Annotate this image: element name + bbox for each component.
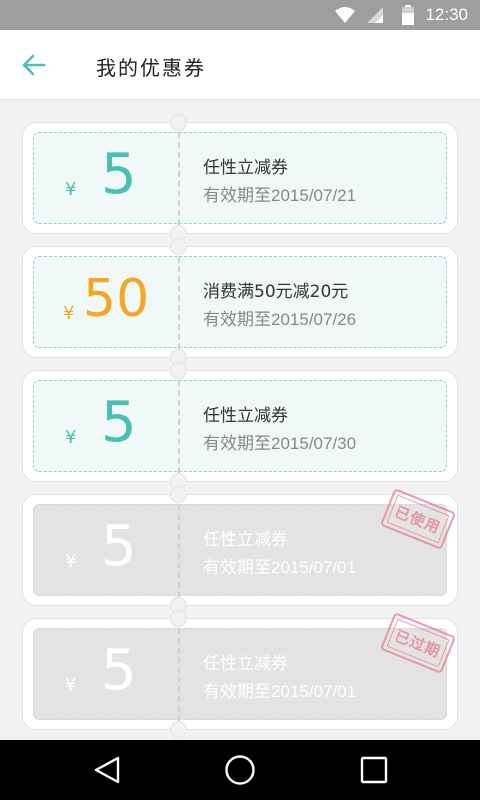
status-bar: 12:30 [0, 0, 480, 30]
coupon-divider [178, 247, 180, 359]
coupon-validity: 有效期至2015/07/26 [203, 310, 357, 329]
app-bar: 我的优惠券 [0, 30, 480, 100]
currency-symbol: ¥ [63, 303, 75, 324]
nav-home-button[interactable] [215, 752, 265, 788]
coupon-validity: 有效期至2015/07/30 [203, 434, 357, 453]
currency-symbol: ¥ [65, 675, 77, 696]
coupon-amount: 5 [101, 390, 137, 455]
coupon-amount: 5 [101, 514, 137, 579]
coupon-divider [178, 495, 180, 607]
coupon-card-expired[interactable]: ¥ 5 任性立减券 有效期至2015/07/01 已过期 [22, 610, 458, 738]
coupon-notch [170, 486, 187, 503]
status-time: 12:30 [425, 5, 468, 24]
recents-square-icon [360, 756, 388, 784]
coupon-list[interactable]: ¥ 5 任性立减券 有效期至2015/07/21 ¥ 50 消费满50元减20元… [0, 101, 480, 740]
coupon-title: 任性立减券 [203, 654, 288, 674]
wifi-icon [335, 7, 355, 23]
nav-back-button[interactable] [82, 752, 132, 788]
coupon-amount: 5 [101, 638, 137, 703]
coupon-amount: 50 [83, 269, 150, 329]
coupon-inner [33, 380, 447, 472]
currency-symbol: ¥ [65, 427, 77, 448]
page-title: 我的优惠券 [96, 56, 206, 80]
arrow-left-icon [22, 54, 46, 76]
coupon-notch [170, 362, 187, 379]
coupon-notch [170, 114, 187, 131]
coupon-notch [170, 721, 187, 738]
battery-icon [402, 5, 414, 25]
coupon-notch [170, 610, 187, 627]
back-button[interactable] [14, 47, 54, 83]
coupon-card-used[interactable]: ¥ 5 任性立减券 有效期至2015/07/01 已使用 [22, 486, 458, 614]
coupon-divider [178, 619, 180, 731]
coupon-validity: 有效期至2015/07/01 [203, 558, 357, 577]
coupon-title: 任性立减券 [203, 158, 288, 178]
currency-symbol: ¥ [65, 551, 77, 572]
coupon-title: 任性立减券 [203, 406, 288, 426]
coupon-divider [178, 371, 180, 483]
navigation-bar [0, 740, 480, 800]
coupon-validity: 有效期至2015/07/01 [203, 682, 357, 701]
back-triangle-icon [94, 756, 120, 784]
home-circle-icon [225, 755, 255, 785]
stamp-label: 已过期 [392, 626, 444, 661]
stamp-label: 已使用 [392, 502, 444, 537]
coupon-card[interactable]: ¥ 50 消费满50元减20元 有效期至2015/07/26 [22, 238, 458, 366]
currency-symbol: ¥ [65, 179, 77, 200]
coupon-inner [33, 132, 447, 224]
coupon-notch [170, 238, 187, 255]
coupon-card[interactable]: ¥ 5 任性立减券 有效期至2015/07/21 [22, 114, 458, 242]
coupon-title: 任性立减券 [203, 530, 288, 550]
coupon-card[interactable]: ¥ 5 任性立减券 有效期至2015/07/30 [22, 362, 458, 490]
coupon-divider [178, 123, 180, 235]
coupon-validity: 有效期至2015/07/21 [203, 186, 357, 205]
coupon-title: 消费满50元减20元 [203, 282, 349, 302]
signal-icon [367, 7, 383, 23]
nav-recents-button[interactable] [349, 752, 399, 788]
coupon-amount: 5 [101, 142, 137, 207]
